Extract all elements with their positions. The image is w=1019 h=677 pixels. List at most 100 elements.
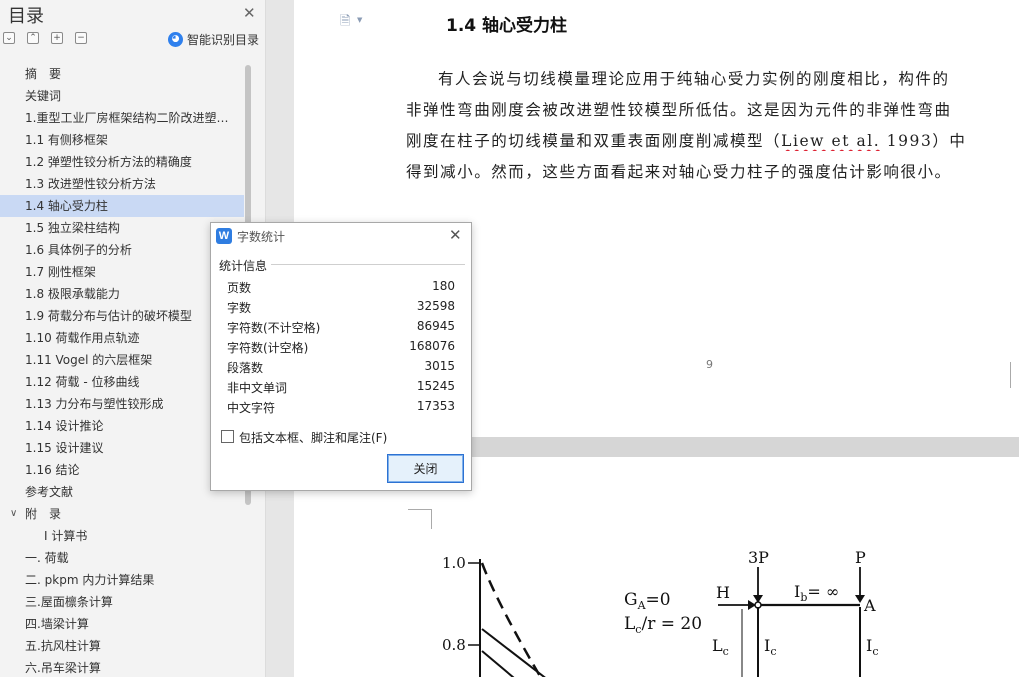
figure-col-len: Lc bbox=[712, 636, 729, 658]
group-divider bbox=[271, 264, 465, 265]
outline-item[interactable]: 1.10 荷载作用点轨迹 bbox=[0, 327, 244, 349]
include-textboxes-checkbox[interactable] bbox=[221, 430, 234, 443]
outline-item-label: 1.1 有侧移框架 bbox=[25, 133, 108, 147]
stat-label: 非中文单词 bbox=[227, 381, 288, 395]
outline-item[interactable]: 三.屋面檩条计算 bbox=[0, 591, 244, 613]
figure-param-ga: GA=0 bbox=[624, 590, 671, 612]
citation-author[interactable]: Liew et al. bbox=[781, 132, 880, 150]
outline-item[interactable]: 1.14 设计推论 bbox=[0, 415, 244, 437]
outline-item-label: I 计算书 bbox=[44, 529, 88, 543]
outline-item-label: 四.墙梁计算 bbox=[25, 617, 89, 631]
outline-item[interactable]: 四.墙梁计算 bbox=[0, 613, 244, 635]
stat-value: 180 bbox=[432, 279, 455, 293]
outline-item[interactable]: ∨ 附 录 bbox=[0, 503, 244, 525]
expand-all-icon[interactable]: ⌃ bbox=[27, 32, 39, 44]
outline-item[interactable]: 1.9 荷载分布与估计的破坏模型 bbox=[0, 305, 244, 327]
collapse-all-icon[interactable]: ⌄ bbox=[3, 32, 15, 44]
outline-item[interactable]: 1.1 有侧移框架 bbox=[0, 129, 244, 151]
outline-item[interactable]: 1.6 具体例子的分析 bbox=[0, 239, 244, 261]
outline-item[interactable]: I 计算书 bbox=[0, 525, 244, 547]
figure-y-tick-top: 1.0 bbox=[442, 554, 466, 572]
outline-item[interactable]: 1.4 轴心受力柱 bbox=[0, 195, 244, 217]
smart-toc-label: 智能识别目录 bbox=[187, 32, 260, 47]
outline-item[interactable]: 关键词 bbox=[0, 85, 244, 107]
outline-item[interactable]: 二. pkpm 内力计算结果 bbox=[0, 569, 244, 591]
smart-toc-icon: ◕ bbox=[168, 31, 183, 47]
statistics-group-label: 统计信息 bbox=[219, 257, 272, 274]
wps-writer-icon: W bbox=[216, 228, 232, 244]
outline-item[interactable]: 参考文献 bbox=[0, 481, 244, 503]
structural-figure: 1.0 0.8 GA=0 Lc/r = 20 3P P H Ib= ∞ A Lc… bbox=[442, 548, 879, 677]
chevron-down-icon[interactable]: ∨ bbox=[10, 503, 17, 525]
crop-mark bbox=[1010, 362, 1011, 388]
figure-node-a: A bbox=[863, 596, 876, 615]
stat-value: 86945 bbox=[416, 319, 455, 333]
outline-item[interactable]: 1.3 改进塑性铰分析方法 bbox=[0, 173, 244, 195]
outline-item-label: 1.3 改进塑性铰分析方法 bbox=[25, 177, 156, 191]
paragraph-line: 得到减小。然而，这些方面看起来对轴心受力柱子的强度估计影响很小。 bbox=[406, 163, 952, 181]
outline-item-label: 1.8 极限承载能力 bbox=[25, 287, 120, 301]
outline-item-label: 1.14 设计推论 bbox=[25, 419, 104, 433]
outline-item-label: 六.吊车梁计算 bbox=[25, 661, 101, 675]
outline-item[interactable]: 1.2 弹塑性铰分析方法的精确度 bbox=[0, 151, 244, 173]
outline-item-label: 1.7 刚性框架 bbox=[25, 265, 96, 279]
outline-item-label: 1.16 结论 bbox=[25, 463, 80, 477]
chevron-down-icon[interactable]: ▼ bbox=[357, 16, 362, 24]
outline-item-label: 1.5 独立梁柱结构 bbox=[25, 221, 120, 235]
outline-item[interactable]: 1.16 结论 bbox=[0, 459, 244, 481]
dialog-title: 字数统计 bbox=[237, 230, 286, 244]
outline-item-label: 一. 荷载 bbox=[25, 551, 69, 565]
figure-y-tick-mid: 0.8 bbox=[442, 636, 466, 654]
outline-title: 目录 bbox=[8, 6, 44, 27]
paragraph-line: 刚度在柱子的切线模量和双重表面刚度削减模型（Liew et al. 1993）中 bbox=[406, 129, 1012, 151]
outline-item-label: 1.重型工业厂房框架结构二阶改进塑性铰分析方法 bbox=[25, 111, 244, 125]
outline-item[interactable]: 1.15 设计建议 bbox=[0, 437, 244, 459]
remove-heading-icon[interactable]: − bbox=[75, 32, 87, 44]
paragraph-line: 有人会说与切线模量理论应用于纯轴心受力实例的刚度相比，构件的 bbox=[438, 70, 950, 88]
figure-load-3p: 3P bbox=[748, 548, 769, 567]
outline-item[interactable]: 1.7 刚性框架 bbox=[0, 261, 244, 283]
outline-item[interactable]: 1.12 荷载 - 位移曲线 bbox=[0, 371, 244, 393]
stat-value: 17353 bbox=[416, 399, 455, 413]
outline-item[interactable]: 五.抗风柱计算 bbox=[0, 635, 244, 657]
document-icon[interactable]: 🗎 bbox=[340, 12, 350, 34]
outline-item-label: 1.9 荷载分布与估计的破坏模型 bbox=[25, 309, 192, 323]
outline-item[interactable]: 1.8 极限承载能力 bbox=[0, 283, 244, 305]
outline-item[interactable]: 摘 要 bbox=[0, 63, 244, 85]
stat-value: 32598 bbox=[416, 299, 455, 313]
outline-item-label: 1.10 荷载作用点轨迹 bbox=[25, 331, 140, 345]
outline-item-label: 关键词 bbox=[25, 89, 62, 103]
page-number: 9 bbox=[706, 358, 713, 371]
close-button[interactable]: 关闭 bbox=[387, 454, 464, 483]
add-heading-icon[interactable]: + bbox=[51, 32, 63, 44]
stat-value: 168076 bbox=[409, 339, 455, 353]
outline-item-label: 三.屋面檩条计算 bbox=[25, 595, 113, 609]
figure-col-i-right: Ic bbox=[866, 636, 879, 658]
dialog-titlebar[interactable]: W 字数统计 ✕ bbox=[211, 223, 471, 249]
figure-col-i-left: Ic bbox=[764, 636, 777, 658]
include-textboxes-label[interactable]: 包括文本框、脚注和尾注(F) bbox=[239, 429, 387, 446]
outline-item[interactable]: 一. 荷载 bbox=[0, 547, 244, 569]
outline-item[interactable]: 1.11 Vogel 的六层框架 bbox=[0, 349, 244, 371]
section-heading: 1.4 轴心受力柱 bbox=[446, 16, 568, 36]
outline-item[interactable]: 1.13 力分布与塑性铰形成 bbox=[0, 393, 244, 415]
figure-load-h: H bbox=[716, 583, 730, 602]
figure-beam-label: Ib= ∞ bbox=[794, 582, 839, 604]
outline-item[interactable]: 六.吊车梁计算 bbox=[0, 657, 244, 677]
outline-item-label: 1.13 力分布与塑性铰形成 bbox=[25, 397, 164, 411]
figure-param-lc: Lc/r = 20 bbox=[624, 614, 702, 636]
smart-toc-button[interactable]: ◕ 智能识别目录 bbox=[168, 30, 259, 48]
stat-label: 字数 bbox=[227, 301, 252, 315]
close-icon[interactable]: ✕ bbox=[449, 226, 462, 244]
close-icon[interactable]: ✕ bbox=[243, 4, 256, 22]
stat-label: 字符数(计空格) bbox=[227, 341, 309, 355]
outline-item-label: 五.抗风柱计算 bbox=[25, 639, 101, 653]
outline-item-label: 1.2 弹塑性铰分析方法的精确度 bbox=[25, 155, 192, 169]
outline-item-label: 二. pkpm 内力计算结果 bbox=[25, 573, 155, 587]
outline-item[interactable]: 1.5 独立梁柱结构 bbox=[0, 217, 244, 239]
paragraph-text: 刚度在柱子的切线模量和双重表面刚度削减模型（ bbox=[406, 132, 782, 150]
outline-item-label: 附 录 bbox=[25, 507, 62, 521]
outline-item[interactable]: 1.重型工业厂房框架结构二阶改进塑性铰分析方法 bbox=[0, 107, 244, 129]
stat-label: 字符数(不计空格) bbox=[227, 321, 321, 335]
stat-label: 中文字符 bbox=[227, 401, 276, 415]
